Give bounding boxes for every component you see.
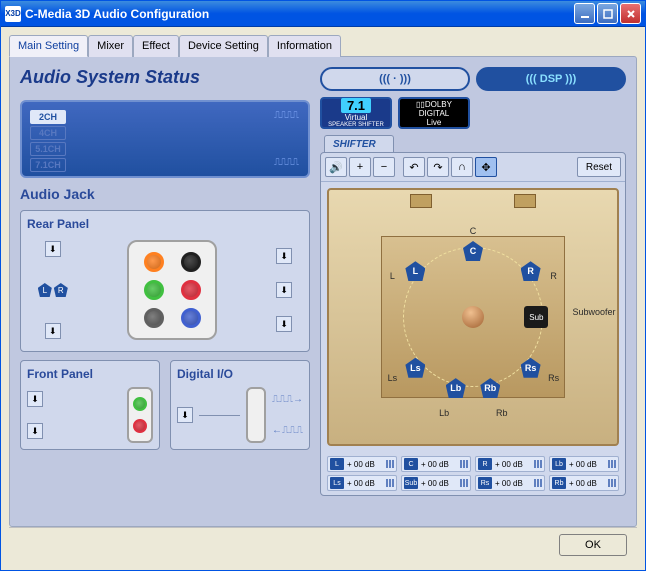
wave-in-icon: ⎍⎍⎍⎍	[274, 157, 298, 168]
rotate-cw-icon[interactable]: ↷	[427, 157, 449, 177]
window-title: C-Media 3D Audio Configuration	[25, 7, 574, 21]
level-ls[interactable]: Ls+ 00 dB	[327, 475, 397, 491]
tab-device-setting[interactable]: Device Setting	[179, 35, 268, 57]
rear-jack-4[interactable]	[181, 280, 201, 300]
status-box: 2CH 4CH 5.1CH 7.1CH ⎍⎍⎍⎍ ⎍⎍⎍⎍	[20, 100, 310, 178]
digital-toggle[interactable]: ⬇	[177, 407, 193, 423]
rear-left-top-toggle[interactable]: ⬇	[45, 241, 61, 257]
speaker-icon[interactable]: 🔊	[325, 157, 347, 177]
shifter-box: 🔊 + − ↶ ↷ ∩ ✥ Reset	[320, 152, 626, 496]
titlebar[interactable]: X3D C-Media 3D Audio Configuration	[1, 1, 645, 27]
front-panel-group: Front Panel ⬇ ⬇	[20, 360, 160, 450]
rear-jack-plate	[127, 240, 217, 340]
rear-jack-3[interactable]	[144, 280, 164, 300]
listener-head-icon[interactable]	[462, 306, 484, 328]
headphone-icon[interactable]: ∩	[451, 157, 473, 177]
shifter-toolbar: 🔊 + − ↶ ↷ ∩ ✥ Reset	[321, 153, 625, 182]
speaker-label-l: L	[390, 271, 395, 281]
front-jack-green[interactable]	[133, 397, 147, 411]
digital-out-icon: ⎍⎍⎍→	[272, 394, 303, 405]
tab-main-setting[interactable]: Main Setting	[9, 35, 88, 57]
rear-right-toggle-1[interactable]: ⬇	[276, 248, 292, 264]
rotate-ccw-icon[interactable]: ↶	[403, 157, 425, 177]
front-right-monitor-icon	[514, 194, 536, 208]
subwoofer-label: Subwoofer	[572, 307, 615, 317]
level-l[interactable]: L+ 00 dB	[327, 456, 397, 472]
reset-button[interactable]: Reset	[577, 157, 621, 177]
app-window: X3D C-Media 3D Audio Configuration Main …	[0, 0, 646, 571]
maximize-button[interactable]	[597, 3, 618, 24]
virtual-71-button[interactable]: 7.1 Virtual SPEAKER SHIFTER	[320, 97, 392, 129]
rear-right-toggle-2[interactable]: ⬇	[276, 282, 292, 298]
channel-2ch[interactable]: 2CH	[30, 110, 66, 124]
minimize-button[interactable]	[574, 3, 595, 24]
level-lb[interactable]: Lb+ 00 dB	[549, 456, 619, 472]
front-jack-red[interactable]	[133, 419, 147, 433]
channel-71ch[interactable]: 7.1CH	[30, 158, 66, 172]
speaker-label-rs: Rs	[548, 373, 559, 383]
speaker-label-r: R	[550, 271, 557, 281]
manual-move-icon[interactable]: ✥	[475, 157, 497, 177]
level-r[interactable]: R+ 00 dB	[475, 456, 545, 472]
channel-4ch[interactable]: 4CH	[30, 126, 66, 140]
audiojack-title: Audio Jack	[20, 186, 310, 202]
front-jack-plate	[127, 387, 153, 443]
rear-jack-1[interactable]	[144, 252, 164, 272]
dsp-button[interactable]: ((( DSP )))	[476, 67, 626, 91]
rear-panel-group: Rear Panel ⬇ LR ⬇	[20, 210, 310, 352]
rear-jack-5[interactable]	[144, 308, 164, 328]
front-panel-title: Front Panel	[27, 367, 153, 381]
ok-button[interactable]: OK	[559, 534, 627, 556]
level-sub[interactable]: Sub+ 00 dB	[401, 475, 471, 491]
front-left-monitor-icon	[410, 194, 432, 208]
digital-in-icon: ←⎍⎍⎍	[272, 425, 303, 436]
tab-mixer[interactable]: Mixer	[88, 35, 133, 57]
rear-left-bottom-toggle[interactable]: ⬇	[45, 323, 61, 339]
rear-jack-2[interactable]	[181, 252, 201, 272]
level-c[interactable]: C+ 00 dB	[401, 456, 471, 472]
zoom-in-icon[interactable]: +	[349, 157, 371, 177]
speaker-label-ls: Ls	[388, 373, 398, 383]
wave-out-icon: ⎍⎍⎍⎍	[274, 110, 298, 121]
digital-io-group: Digital I/O ⬇ ⎍⎍⎍→ ←⎍⎍⎍	[170, 360, 310, 450]
level-rs[interactable]: Rs+ 00 dB	[475, 475, 545, 491]
level-rb[interactable]: Rb+ 00 dB	[549, 475, 619, 491]
lr-speaker-icon: LR	[38, 283, 68, 297]
shifter-tab[interactable]: SHIFTER	[324, 135, 394, 153]
speaker-label-rb: Rb	[496, 408, 508, 418]
rear-panel-title: Rear Panel	[27, 217, 303, 231]
digital-plate	[246, 387, 266, 443]
tab-effect[interactable]: Effect	[133, 35, 179, 57]
tab-information[interactable]: Information	[268, 35, 341, 57]
app-icon: X3D	[5, 6, 21, 22]
dolby-digital-live-button[interactable]: ▯▯DOLBY DIGITAL Live	[398, 97, 470, 129]
subwoofer-node[interactable]: Sub	[524, 306, 548, 328]
digital-io-title: Digital I/O	[177, 367, 303, 381]
speaker-test-button[interactable]: ((( · )))	[320, 67, 470, 91]
front-toggle-2[interactable]: ⬇	[27, 423, 43, 439]
speaker-label-c: C	[470, 226, 477, 236]
speaker-room[interactable]: LLCCRRLsLsLbLbRbRbRsRsSubSubwoofer	[327, 188, 619, 446]
level-meters: L+ 00 dBC+ 00 dBR+ 00 dBLb+ 00 dB Ls+ 00 …	[321, 452, 625, 495]
front-toggle-1[interactable]: ⬇	[27, 391, 43, 407]
rear-jack-6[interactable]	[181, 308, 201, 328]
rear-right-toggle-3[interactable]: ⬇	[276, 316, 292, 332]
zoom-out-icon[interactable]: −	[373, 157, 395, 177]
tabstrip: Main Setting Mixer Effect Device Setting…	[9, 35, 637, 57]
close-button[interactable]	[620, 3, 641, 24]
status-title: Audio System Status	[20, 67, 310, 88]
channel-51ch[interactable]: 5.1CH	[30, 142, 66, 156]
main-panel: Audio System Status 2CH 4CH 5.1CH 7.1CH …	[9, 56, 637, 527]
speaker-label-lb: Lb	[439, 408, 449, 418]
